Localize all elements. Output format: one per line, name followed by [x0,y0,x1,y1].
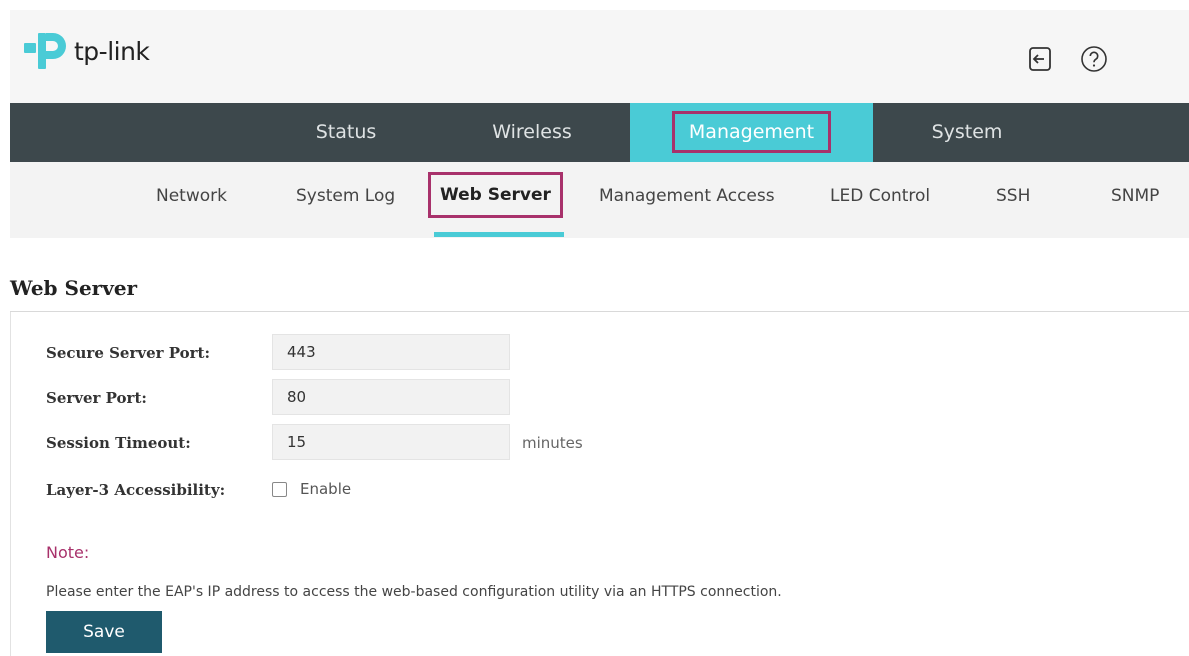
session-timeout-unit: minutes [522,434,583,452]
main-nav: Status Wireless Management System [10,103,1189,162]
subnav-system-log-label: System Log [296,186,396,206]
note-text: Please enter the EAP's IP address to acc… [46,584,782,600]
server-port-input[interactable] [272,379,510,415]
secure-server-port-label: Secure Server Port: [46,344,210,362]
save-button[interactable]: Save [46,611,162,653]
tab-wireless[interactable]: Wireless [450,103,614,162]
logout-icon[interactable] [1025,44,1055,74]
note-title: Note: [46,543,90,562]
tab-system-label: System [931,121,1003,143]
subnav-ssh-label: SSH [996,186,1031,206]
subnav-active-indicator [434,232,564,237]
section-divider [10,311,1189,312]
subnav-led-control-label: LED Control [830,186,931,206]
tab-wireless-label: Wireless [492,121,572,143]
content-border [10,312,11,656]
session-timeout-input[interactable] [272,424,510,460]
server-port-label: Server Port: [46,389,147,407]
secure-server-port-input[interactable] [272,334,510,370]
tab-status-label: Status [315,121,377,143]
layer3-accessibility-label: Layer-3 Accessibility: [46,481,226,499]
subnav-ssh[interactable]: SSH [996,162,1030,230]
tp-link-logo[interactable]: tp-link [22,31,150,71]
subnav-web-server-label: Web Server [428,172,563,218]
subnav-management-access-label: Management Access [599,186,775,206]
header: tp-link [10,10,1189,103]
tab-management[interactable]: Management [630,103,873,162]
layer3-enable-checkbox[interactable] [272,482,287,497]
subnav-web-server[interactable]: Web Server [428,162,563,230]
subnav-system-log[interactable]: System Log [296,162,395,230]
session-timeout-label: Session Timeout: [46,434,191,452]
tp-link-logo-icon [24,33,66,69]
subnav-snmp-label: SNMP [1111,186,1160,206]
subnav-management-access[interactable]: Management Access [599,162,775,230]
tab-status[interactable]: Status [276,103,416,162]
subnav-snmp[interactable]: SNMP [1111,162,1159,230]
tab-system[interactable]: System [893,103,1041,162]
subnav-led-control[interactable]: LED Control [830,162,930,230]
layer3-enable-label[interactable]: Enable [300,471,351,507]
tab-management-label: Management [671,111,832,153]
sub-nav: Network System Log Web Server Management… [10,162,1189,238]
page: tp-link Status Wireless Management Syste… [10,10,1189,656]
help-icon[interactable] [1079,44,1109,74]
subnav-network-label: Network [156,186,227,206]
subnav-network[interactable]: Network [156,162,227,230]
section-title: Web Server [10,276,138,300]
brand-name: tp-link [74,36,150,66]
